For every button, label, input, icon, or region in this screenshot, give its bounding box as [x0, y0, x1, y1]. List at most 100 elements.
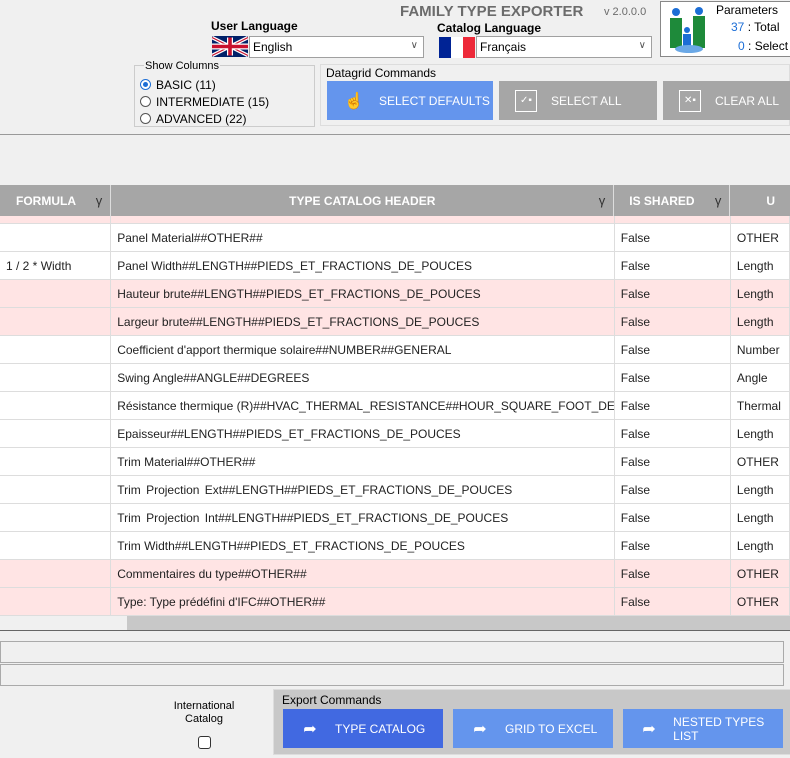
table-row[interactable]: Trim Material##OTHER## False OTHER	[0, 448, 790, 476]
type-catalog-header-cell[interactable]: Trim Width##LENGTH##PIEDS_ET_FRACTIONS_D…	[111, 532, 615, 559]
france-flag-icon	[439, 37, 475, 58]
table-row[interactable]: Largeur brute##LENGTH##PIEDS_ET_FRACTION…	[0, 308, 790, 336]
type-catalog-header-cell[interactable]: Hauteur brute##LENGTH##PIEDS_ET_FRACTION…	[111, 280, 615, 307]
filter-icon[interactable]: γ	[96, 193, 103, 208]
unit-cell[interactable]: Length	[731, 308, 790, 335]
table-row[interactable]: Trim Width##LENGTH##PIEDS_ET_FRACTIONS_D…	[0, 532, 790, 560]
radio-basic[interactable]: BASIC (11)	[140, 76, 269, 93]
app-title: FAMILY TYPE EXPORTER	[400, 3, 584, 20]
is-shared-cell[interactable]: False	[615, 476, 731, 503]
type-catalog-header-cell[interactable]: Coefficient d'apport thermique solaire##…	[111, 336, 615, 363]
user-language-select[interactable]: English ∨	[249, 36, 424, 58]
is-shared-cell[interactable]: False	[615, 532, 731, 559]
is-shared-cell[interactable]: False	[615, 588, 731, 615]
formula-cell[interactable]	[0, 420, 112, 447]
is-shared-cell[interactable]: False	[615, 308, 731, 335]
table-row[interactable]: Swing Angle##ANGLE##DEGREES False Angle	[0, 364, 790, 392]
is-shared-cell[interactable]: False	[615, 448, 731, 475]
nested-types-list-button[interactable]: ➦ NESTED TYPES LIST	[623, 709, 783, 748]
unit-cell[interactable]: Number	[731, 336, 790, 363]
type-catalog-header-cell[interactable]: Type: Type prédéfini d'IFC##OTHER##	[111, 588, 615, 615]
button-label: TYPE CATALOG	[335, 721, 426, 736]
is-shared-cell[interactable]: False	[615, 336, 731, 363]
is-shared-cell[interactable]: False	[615, 504, 731, 531]
unit-cell[interactable]: OTHER	[731, 224, 790, 251]
formula-cell[interactable]	[0, 392, 112, 419]
unit-cell[interactable]: Length	[731, 532, 790, 559]
table-row-partial[interactable]	[0, 216, 790, 224]
datagrid-commands-group: Datagrid Commands ☝ SELECT DEFAULTS ✓▪ SEL…	[320, 64, 790, 126]
unit-cell[interactable]: Thermal	[731, 392, 790, 419]
is-shared-cell[interactable]: False	[615, 560, 731, 587]
column-header-type-catalog-header[interactable]: TYPE CATALOG HEADER γ	[111, 185, 615, 216]
type-catalog-header-cell[interactable]: Résistance thermique (R)##HVAC_THERMAL_R…	[111, 392, 615, 419]
is-shared-cell[interactable]: False	[615, 280, 731, 307]
radio-intermediate[interactable]: INTERMEDIATE (15)	[140, 93, 269, 110]
is-shared-cell[interactable]: False	[615, 364, 731, 391]
unit-cell[interactable]: Length	[731, 420, 790, 447]
table-row[interactable]: Commentaires du type##OTHER## False OTHER	[0, 560, 790, 588]
button-label: SELECT DEFAULTS	[379, 93, 490, 108]
column-header-formula[interactable]: FORMULA γ	[0, 185, 112, 216]
radio-advanced[interactable]: ADVANCED (22)	[140, 110, 269, 127]
formula-cell[interactable]	[0, 560, 112, 587]
formula-cell[interactable]: 1 / 2 * Width	[0, 252, 112, 279]
type-catalog-header-cell[interactable]: Commentaires du type##OTHER##	[111, 560, 615, 587]
is-shared-cell[interactable]: False	[615, 420, 731, 447]
unit-cell[interactable]: OTHER	[731, 448, 790, 475]
column-header-unit[interactable]: U	[730, 185, 790, 216]
table-row[interactable]: Résistance thermique (R)##HVAC_THERMAL_R…	[0, 392, 790, 420]
formula-cell[interactable]	[0, 448, 112, 475]
international-catalog-checkbox[interactable]	[198, 736, 211, 749]
type-catalog-button[interactable]: ➦ TYPE CATALOG	[283, 709, 443, 748]
table-row[interactable]: Panel Material##OTHER## False OTHER	[0, 224, 790, 252]
is-shared-cell[interactable]: False	[615, 252, 731, 279]
formula-cell[interactable]	[0, 280, 112, 307]
clear-all-button[interactable]: ✕▪ CLEAR ALL	[663, 81, 790, 120]
table-row[interactable]: Trim Projection Ext##LENGTH##PIEDS_ET_FR…	[0, 476, 790, 504]
is-shared-cell[interactable]: False	[615, 224, 731, 251]
type-catalog-header-cell[interactable]: Trim Projection Int##LENGTH##PIEDS_ET_FR…	[111, 504, 615, 531]
filter-icon[interactable]: γ	[599, 193, 606, 208]
unit-cell[interactable]: Angle	[731, 364, 790, 391]
table-row[interactable]: Coefficient d'apport thermique solaire##…	[0, 336, 790, 364]
unit-cell[interactable]: Length	[731, 280, 790, 307]
filter-icon[interactable]: γ	[715, 193, 722, 208]
table-row[interactable]: Type: Type prédéfini d'IFC##OTHER## False…	[0, 588, 790, 616]
column-title: FORMULA	[16, 193, 76, 208]
formula-cell[interactable]	[0, 588, 112, 615]
type-catalog-header-cell[interactable]: Trim Material##OTHER##	[111, 448, 615, 475]
unit-cell[interactable]: Length	[731, 476, 790, 503]
column-header-is-shared[interactable]: IS SHARED γ	[614, 185, 731, 216]
unit-cell[interactable]: OTHER	[731, 560, 790, 587]
formula-cell[interactable]	[0, 364, 112, 391]
formula-cell[interactable]	[0, 308, 112, 335]
catalog-language-label: Catalog Language	[437, 21, 542, 35]
select-defaults-button[interactable]: ☝ SELECT DEFAULTS	[327, 81, 493, 120]
type-catalog-header-cell[interactable]: Panel Width##LENGTH##PIEDS_ET_FRACTIONS_…	[111, 252, 615, 279]
scrollbar-thumb[interactable]	[0, 616, 127, 631]
type-catalog-header-cell[interactable]: Panel Material##OTHER##	[111, 224, 615, 251]
catalog-language-select[interactable]: Français ∨	[476, 36, 652, 58]
type-catalog-header-cell[interactable]: Epaisseur##LENGTH##PIEDS_ET_FRACTIONS_DE…	[111, 420, 615, 447]
type-catalog-header-cell[interactable]: Largeur brute##LENGTH##PIEDS_ET_FRACTION…	[111, 308, 615, 335]
formula-cell[interactable]	[0, 532, 112, 559]
formula-cell[interactable]	[0, 336, 112, 363]
selected-label: : Select	[744, 39, 789, 53]
table-row[interactable]: Epaisseur##LENGTH##PIEDS_ET_FRACTIONS_DE…	[0, 420, 790, 448]
table-row[interactable]: Trim Projection Int##LENGTH##PIEDS_ET_FR…	[0, 504, 790, 532]
grid-to-excel-button[interactable]: ➦ GRID TO EXCEL	[453, 709, 613, 748]
unit-cell[interactable]: Length	[731, 252, 790, 279]
select-all-button[interactable]: ✓▪ SELECT ALL	[499, 81, 657, 120]
table-row[interactable]: 1 / 2 * Width Panel Width##LENGTH##PIEDS_…	[0, 252, 790, 280]
type-catalog-header-cell[interactable]: Trim Projection Ext##LENGTH##PIEDS_ET_FR…	[111, 476, 615, 503]
is-shared-cell[interactable]: False	[615, 392, 731, 419]
radio-label: ADVANCED (22)	[156, 111, 247, 126]
type-catalog-header-cell[interactable]: Swing Angle##ANGLE##DEGREES	[111, 364, 615, 391]
formula-cell[interactable]	[0, 224, 112, 251]
table-row[interactable]: Hauteur brute##LENGTH##PIEDS_ET_FRACTION…	[0, 280, 790, 308]
unit-cell[interactable]: OTHER	[731, 588, 790, 615]
unit-cell[interactable]: Length	[731, 504, 790, 531]
formula-cell[interactable]	[0, 476, 112, 503]
formula-cell[interactable]	[0, 504, 112, 531]
